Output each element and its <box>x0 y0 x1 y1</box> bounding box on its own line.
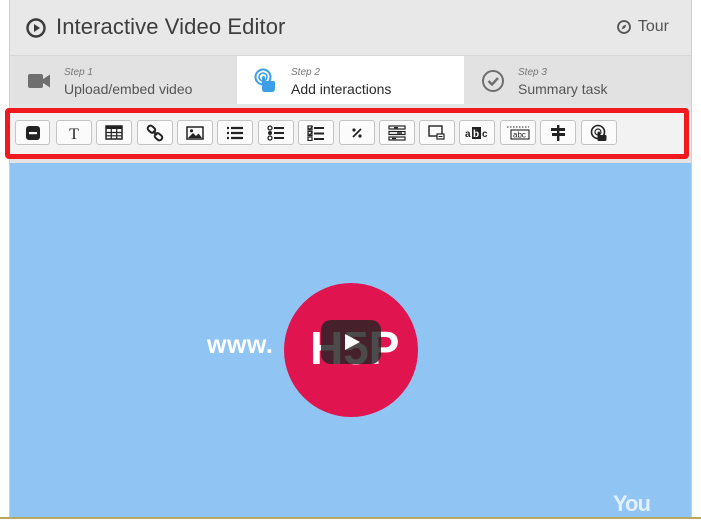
youtube-logo[interactable]: YouTube <box>613 491 691 519</box>
crossroads-icon <box>428 124 445 140</box>
multiple-choice-icon <box>307 124 324 141</box>
svg-text:abc: abc <box>513 130 526 139</box>
svg-text:T: T <box>69 126 79 141</box>
fill-blanks-button[interactable] <box>339 120 375 145</box>
tab-step-2[interactable]: Step 2 Add interactions <box>237 56 464 104</box>
step-label: Summary task <box>518 81 608 97</box>
svg-text:a: a <box>465 129 471 140</box>
tour-button[interactable]: Tour <box>616 18 669 36</box>
tab-step-3[interactable]: Step 3 Summary task <box>464 56 691 104</box>
svg-text:c: c <box>482 129 488 140</box>
video-camera-icon <box>28 74 50 88</box>
single-choice-icon <box>267 124 284 141</box>
fill-blanks-icon <box>352 127 362 138</box>
single-choice-button[interactable] <box>258 120 294 145</box>
goto-icon <box>590 124 607 141</box>
mark-words-icon: a b c <box>465 126 488 140</box>
table-icon <box>105 125 123 140</box>
statements-icon <box>227 126 243 139</box>
multiple-choice-button[interactable] <box>298 120 334 145</box>
drag-text-icon: abc <box>507 126 530 140</box>
link-button[interactable] <box>137 120 173 145</box>
image-icon <box>186 125 204 140</box>
compass-icon <box>616 20 631 34</box>
image-button[interactable] <box>177 120 213 145</box>
tour-label: Tour <box>637 18 669 35</box>
step-tabs: Step 1 Upload/embed video Step 2 Add int… <box>10 56 691 104</box>
drag-text-button[interactable]: abc <box>500 120 536 145</box>
navigation-hotspot-icon <box>551 124 565 141</box>
mark-words-button[interactable]: a b c <box>459 120 495 145</box>
step-number: Step 3 <box>518 67 547 78</box>
drag-question-icon <box>388 124 406 141</box>
play-icon <box>345 334 360 350</box>
check-circle-icon <box>482 70 504 92</box>
page-bottom-border <box>0 517 701 519</box>
play-circle-icon <box>26 18 46 38</box>
text-button[interactable]: T <box>56 120 92 145</box>
tab-step-1[interactable]: Step 1 Upload/embed video <box>10 56 237 104</box>
label-icon <box>25 125 40 140</box>
play-button[interactable] <box>321 320 381 364</box>
drag-question-button[interactable] <box>379 120 415 145</box>
svg-text:b: b <box>473 129 479 140</box>
goto-button[interactable] <box>581 120 617 145</box>
label-button[interactable] <box>15 120 50 145</box>
link-icon <box>146 124 164 141</box>
step-number: Step 2 <box>291 67 320 78</box>
step-label: Upload/embed video <box>64 81 193 97</box>
touch-hand-icon <box>254 68 275 92</box>
editor-title: Interactive Video Editor <box>56 14 286 39</box>
crossroads-button[interactable] <box>419 120 455 145</box>
navigation-hotspot-button[interactable] <box>540 120 576 145</box>
table-button[interactable] <box>96 120 132 145</box>
video-preview[interactable]: www. H5P YouTube <box>10 163 691 519</box>
editor-header: Interactive Video Editor Tour <box>10 0 691 56</box>
statements-button[interactable] <box>217 120 253 145</box>
step-label: Add interactions <box>291 81 392 97</box>
interaction-toolbar: T a b c abc <box>10 110 691 154</box>
video-url-text: www. <box>207 331 274 359</box>
step-number: Step 1 <box>64 67 93 78</box>
text-icon: T <box>69 126 79 141</box>
